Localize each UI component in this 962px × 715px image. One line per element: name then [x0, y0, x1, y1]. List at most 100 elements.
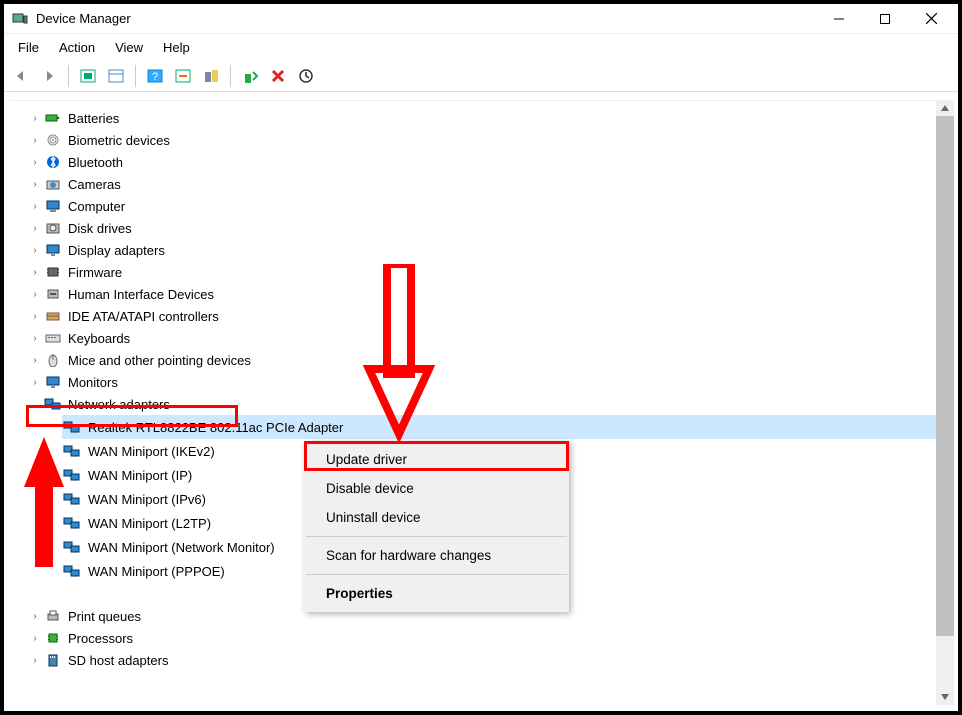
firmware-icon — [44, 263, 62, 281]
tree-node-label: Batteries — [68, 111, 119, 126]
device-tree: ›Batteries›Biometric devices›Bluetooth›C… — [10, 100, 952, 705]
tree-child-node[interactable]: Realtek RTL8822BE 802.11ac PCIe Adapter — [62, 415, 952, 439]
expander-icon[interactable]: › — [28, 289, 42, 300]
tree-node-keyboards[interactable]: ›Keyboards — [28, 327, 952, 349]
tree-node-label: Display adapters — [68, 243, 165, 258]
close-button[interactable] — [908, 4, 954, 34]
expander-icon[interactable]: › — [28, 245, 42, 256]
tree-node-human-interface-devices[interactable]: › Human Interface Devices — [28, 283, 952, 305]
tree-node-label: Print queues — [68, 609, 141, 624]
context-menu-item-uninstall-device[interactable]: Uninstall device — [304, 503, 569, 532]
expander-icon[interactable]: › — [28, 223, 42, 234]
tree-node-cameras[interactable]: › Cameras — [28, 173, 952, 195]
context-menu-item-properties[interactable]: Properties — [304, 579, 569, 608]
tree-node-computer[interactable]: › Computer — [28, 195, 952, 217]
tree-node-label: IDE ATA/ATAPI controllers — [68, 309, 219, 324]
expander-icon[interactable]: › — [28, 655, 42, 666]
uninstall-button[interactable] — [265, 63, 291, 89]
tree-node-label: Computer — [68, 199, 125, 214]
back-button[interactable] — [8, 63, 34, 89]
show-hidden-button[interactable] — [75, 63, 101, 89]
tree-node-label: Network adapters — [68, 397, 170, 412]
window-title: Device Manager — [36, 11, 131, 26]
tree-node-label: Disk drives — [68, 221, 132, 236]
tree-child-label: WAN Miniport (IPv6) — [88, 492, 206, 507]
hid-icon — [44, 285, 62, 303]
expander-icon[interactable]: › — [28, 179, 42, 190]
tree-node-label: Cameras — [68, 177, 121, 192]
tree-node-label: Mice and other pointing devices — [68, 353, 251, 368]
tree-node-sd-host-adapters[interactable]: › SD host adapters — [28, 649, 952, 671]
tree-child-label: Realtek RTL8822BE 802.11ac PCIe Adapter — [88, 420, 343, 435]
tree-node-monitors[interactable]: › Monitors — [28, 371, 952, 393]
tree-node-disk-drives[interactable]: › Disk drives — [28, 217, 952, 239]
expander-icon[interactable]: › — [28, 113, 42, 124]
nic-icon — [62, 562, 82, 580]
camera-icon — [44, 175, 62, 193]
tree-node-label: Processors — [68, 631, 133, 646]
tree-node-processors[interactable]: › Processors — [28, 627, 952, 649]
menu-help[interactable]: Help — [153, 37, 200, 58]
tree-node-bluetooth[interactable]: › Bluetooth — [28, 151, 952, 173]
monitor-icon — [44, 373, 62, 391]
tree-node-biometric-devices[interactable]: ›Biometric devices — [28, 129, 952, 151]
menu-file[interactable]: File — [8, 37, 49, 58]
tree-node-mice-and-other-pointing-devices[interactable]: › Mice and other pointing devices — [28, 349, 952, 371]
tree-node-label: Human Interface Devices — [68, 287, 214, 302]
toolbar: ? — [4, 60, 958, 92]
ide-icon — [44, 307, 62, 325]
tree-child-label: WAN Miniport (L2TP) — [88, 516, 211, 531]
scroll-thumb[interactable] — [936, 116, 954, 636]
expander-icon[interactable]: › — [28, 377, 42, 388]
menu-view[interactable]: View — [105, 37, 153, 58]
nic-icon — [62, 538, 82, 556]
context-menu-item-disable-device[interactable]: Disable device — [304, 474, 569, 503]
bluetooth-icon — [44, 153, 62, 171]
scroll-down-icon[interactable] — [936, 689, 954, 705]
scan-hardware-button[interactable] — [293, 63, 319, 89]
processor-icon — [44, 629, 62, 647]
tree-node-ide-ata-atapi-controllers[interactable]: › IDE ATA/ATAPI controllers — [28, 305, 952, 327]
tree-node-display-adapters[interactable]: › Display adapters — [28, 239, 952, 261]
expander-icon[interactable]: › — [28, 267, 42, 278]
mouse-icon — [44, 351, 62, 369]
tree-child-label: WAN Miniport (IP) — [88, 468, 192, 483]
legacy-button[interactable] — [198, 63, 224, 89]
printer-icon — [44, 607, 62, 625]
expander-icon[interactable]: › — [28, 355, 42, 366]
expander-icon[interactable]: › — [28, 633, 42, 644]
expander-icon[interactable]: › — [28, 333, 42, 344]
context-menu-item-scan-for-hardware-changes[interactable]: Scan for hardware changes — [304, 541, 569, 570]
maximize-button[interactable] — [862, 4, 908, 34]
update-driver-button[interactable] — [237, 63, 263, 89]
tree-node-batteries[interactable]: › Batteries — [28, 107, 952, 129]
expander-icon[interactable]: › — [28, 611, 42, 622]
context-menu-item-update-driver[interactable]: Update driver — [304, 445, 569, 474]
tree-node-network-adapters[interactable]: ⌄ Network adapters — [28, 393, 952, 415]
minimize-button[interactable] — [816, 4, 862, 34]
nic-icon — [62, 418, 82, 436]
disk-icon — [44, 219, 62, 237]
expander-icon[interactable]: › — [28, 201, 42, 212]
vertical-scrollbar[interactable] — [936, 100, 954, 705]
expander-icon[interactable]: › — [28, 311, 42, 322]
properties-button[interactable] — [103, 63, 129, 89]
nic-icon — [62, 466, 82, 484]
menu-action[interactable]: Action — [49, 37, 105, 58]
scan-button[interactable] — [170, 63, 196, 89]
tree-node-label: Bluetooth — [68, 155, 123, 170]
tree-node-label: Firmware — [68, 265, 122, 280]
tree-node-label: SD host adapters — [68, 653, 168, 668]
tree-node-label: Monitors — [68, 375, 118, 390]
expander-icon[interactable]: › — [28, 135, 42, 146]
help-button[interactable]: ? — [142, 63, 168, 89]
expander-icon[interactable]: › — [28, 157, 42, 168]
battery-icon — [44, 109, 62, 127]
fingerprint-icon — [44, 131, 62, 149]
forward-button[interactable] — [36, 63, 62, 89]
expander-icon[interactable]: ⌄ — [28, 399, 42, 410]
context-menu: Update driverDisable deviceUninstall dev… — [304, 441, 569, 612]
scroll-up-icon[interactable] — [936, 100, 954, 116]
tree-node-firmware[interactable]: › Firmware — [28, 261, 952, 283]
computer-icon — [44, 197, 62, 215]
